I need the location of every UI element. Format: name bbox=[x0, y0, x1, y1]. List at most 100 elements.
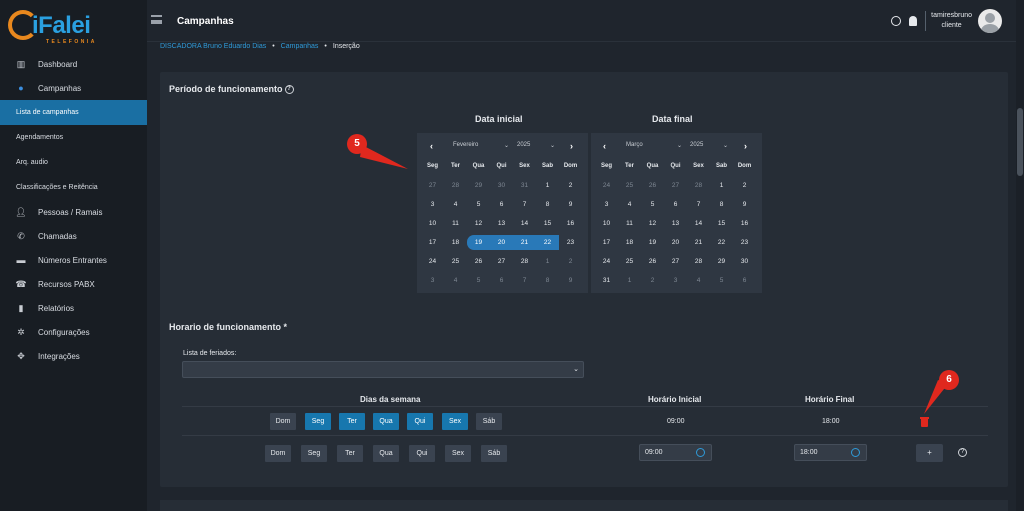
holiday-list-select[interactable]: ⌄ bbox=[182, 361, 584, 378]
calendar-day[interactable]: 30 bbox=[490, 178, 513, 193]
prev-month-icon[interactable]: ‹ bbox=[603, 141, 606, 151]
calendar-day[interactable]: 16 bbox=[559, 216, 582, 231]
day-chip-sex[interactable]: Sex bbox=[442, 413, 468, 430]
next-month-icon[interactable]: › bbox=[744, 141, 747, 151]
sidebar-item-recursos[interactable]: ☎ Recursos PABX bbox=[0, 272, 147, 296]
day-chip-qua[interactable]: Qua bbox=[373, 413, 399, 430]
calendar-day[interactable]: 19 bbox=[467, 235, 490, 250]
calendar-day[interactable]: 2 bbox=[733, 178, 756, 193]
calendar-day[interactable]: 20 bbox=[490, 235, 513, 250]
calendar-day[interactable]: 15 bbox=[536, 216, 559, 231]
sidebar-item-numeros[interactable]: ▬ Números Entrantes bbox=[0, 248, 147, 272]
calendar-day[interactable]: 12 bbox=[641, 216, 664, 231]
day-toggle-seg[interactable]: Seg bbox=[301, 445, 327, 462]
calendar-day[interactable]: 23 bbox=[559, 235, 582, 250]
sidebar-item-dashboard[interactable]: ▥ Dashboard bbox=[0, 52, 147, 76]
calendar-day[interactable]: 6 bbox=[664, 197, 687, 212]
sidebar-item-relatorios[interactable]: ▮ Relatórios bbox=[0, 296, 147, 320]
calendar-day[interactable]: 16 bbox=[733, 216, 756, 231]
end-time-input[interactable]: 18:00 bbox=[794, 444, 867, 461]
hamburger-menu-icon[interactable] bbox=[151, 15, 162, 24]
calendar-day[interactable]: 2 bbox=[559, 254, 582, 269]
calendar-day[interactable]: 28 bbox=[444, 178, 467, 193]
next-month-icon[interactable]: › bbox=[570, 141, 573, 151]
sidebar-item-lista-campanhas[interactable]: Lista de campanhas bbox=[0, 100, 147, 125]
calendar-day[interactable]: 22 bbox=[536, 235, 559, 250]
day-toggle-sab[interactable]: Sáb bbox=[481, 445, 507, 462]
calendar-day[interactable]: 18 bbox=[618, 235, 641, 250]
calendar-day[interactable]: 8 bbox=[536, 273, 559, 288]
avatar[interactable] bbox=[978, 9, 1002, 33]
day-toggle-dom[interactable]: Dom bbox=[265, 445, 291, 462]
calendar-day[interactable]: 25 bbox=[618, 178, 641, 193]
brand-logo[interactable]: iFalei TELEFONIA bbox=[8, 10, 123, 46]
calendar-day[interactable]: 21 bbox=[687, 235, 710, 250]
calendar-day[interactable]: 25 bbox=[444, 254, 467, 269]
calendar-day[interactable]: 13 bbox=[490, 216, 513, 231]
calendar-day[interactable]: 17 bbox=[421, 235, 444, 250]
calendar-day[interactable]: 20 bbox=[664, 235, 687, 250]
day-chip-ter[interactable]: Ter bbox=[339, 413, 365, 430]
calendar-day[interactable]: 4 bbox=[687, 273, 710, 288]
day-toggle-qui[interactable]: Qui bbox=[409, 445, 435, 462]
calendar-day[interactable]: 9 bbox=[733, 197, 756, 212]
calendar-day[interactable]: 3 bbox=[664, 273, 687, 288]
calendar-day[interactable]: 25 bbox=[618, 254, 641, 269]
calendar-day[interactable]: 18 bbox=[444, 235, 467, 250]
language-globe-icon[interactable] bbox=[891, 16, 902, 26]
sidebar-item-agendamentos[interactable]: Agendamentos bbox=[0, 125, 147, 150]
sidebar-item-arq-audio[interactable]: Arq. audio bbox=[0, 150, 147, 175]
calendar-day[interactable]: 26 bbox=[467, 254, 490, 269]
calendar-day[interactable]: 23 bbox=[733, 235, 756, 250]
calendar-day[interactable]: 3 bbox=[421, 273, 444, 288]
breadcrumb-discadora[interactable]: DISCADORA Bruno Eduardo Dias bbox=[160, 43, 266, 50]
month-select[interactable]: Março ⌄ bbox=[626, 142, 682, 149]
calendar-day[interactable]: 7 bbox=[513, 273, 536, 288]
calendar-day[interactable]: 9 bbox=[559, 273, 582, 288]
calendar-day[interactable]: 19 bbox=[641, 235, 664, 250]
calendar-day[interactable]: 1 bbox=[618, 273, 641, 288]
calendar-day[interactable]: 28 bbox=[687, 178, 710, 193]
calendar-day[interactable]: 26 bbox=[641, 178, 664, 193]
calendar-day[interactable]: 30 bbox=[733, 254, 756, 269]
sidebar-item-chamadas[interactable]: ✆ Chamadas bbox=[0, 224, 147, 248]
trash-icon[interactable] bbox=[920, 417, 929, 427]
day-toggle-sex[interactable]: Sex bbox=[445, 445, 471, 462]
calendar-day[interactable]: 24 bbox=[421, 254, 444, 269]
calendar-day[interactable]: 1 bbox=[536, 178, 559, 193]
day-chip-sab[interactable]: Sáb bbox=[476, 413, 502, 430]
calendar-day[interactable]: 27 bbox=[490, 254, 513, 269]
calendar-day[interactable]: 12 bbox=[467, 216, 490, 231]
calendar-day[interactable]: 24 bbox=[595, 254, 618, 269]
calendar-day[interactable]: 27 bbox=[421, 178, 444, 193]
sidebar-item-pessoas[interactable]: 👤︎ Pessoas / Ramais bbox=[0, 200, 147, 224]
year-select[interactable]: 2025 ⌄ bbox=[690, 142, 728, 149]
calendar-day[interactable]: 28 bbox=[687, 254, 710, 269]
calendar-day[interactable]: 10 bbox=[595, 216, 618, 231]
day-chip-qui[interactable]: Qui bbox=[407, 413, 433, 430]
sidebar-item-configuracoes[interactable]: ✲ Configurações bbox=[0, 320, 147, 344]
calendar-day[interactable]: 10 bbox=[421, 216, 444, 231]
bell-icon[interactable] bbox=[909, 16, 918, 26]
calendar-day[interactable]: 4 bbox=[444, 273, 467, 288]
month-select[interactable]: Fevereiro ⌄ bbox=[453, 142, 509, 149]
calendar-day[interactable]: 17 bbox=[595, 235, 618, 250]
calendar-day[interactable]: 9 bbox=[559, 197, 582, 212]
add-schedule-button[interactable]: + bbox=[916, 444, 943, 462]
calendar-day[interactable]: 15 bbox=[710, 216, 733, 231]
calendar-day[interactable]: 4 bbox=[618, 197, 641, 212]
calendar-day[interactable]: 22 bbox=[710, 235, 733, 250]
day-toggle-qua[interactable]: Qua bbox=[373, 445, 399, 462]
calendar-day[interactable]: 1 bbox=[710, 178, 733, 193]
user-info[interactable]: tamiresbruno cliente bbox=[931, 11, 972, 31]
calendar-day[interactable]: 3 bbox=[595, 197, 618, 212]
calendar-day[interactable]: 28 bbox=[513, 254, 536, 269]
calendar-day[interactable]: 5 bbox=[710, 273, 733, 288]
sidebar-item-campanhas[interactable]: ● Campanhas bbox=[0, 76, 147, 100]
calendar-day[interactable]: 29 bbox=[710, 254, 733, 269]
start-time-input[interactable]: 09:00 bbox=[639, 444, 712, 461]
calendar-day[interactable]: 26 bbox=[641, 254, 664, 269]
calendar-day[interactable]: 27 bbox=[664, 178, 687, 193]
calendar-day[interactable]: 6 bbox=[733, 273, 756, 288]
scrollbar-thumb[interactable] bbox=[1017, 108, 1023, 176]
